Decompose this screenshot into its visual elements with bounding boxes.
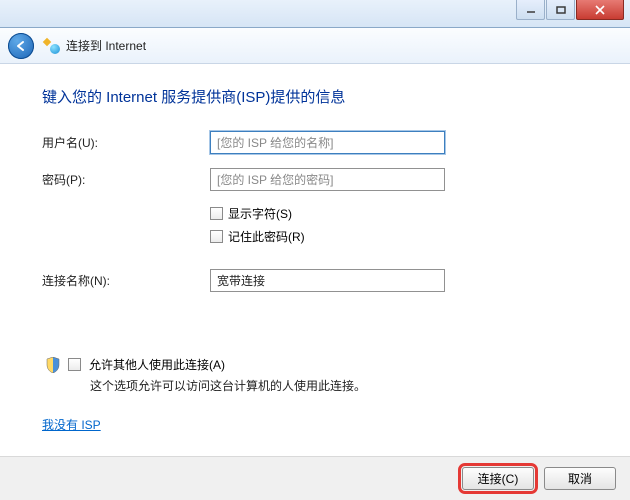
header-title: 连接到 Internet — [44, 37, 146, 54]
connect-button[interactable]: 连接(C) — [462, 467, 534, 490]
show-chars-checkbox[interactable] — [210, 207, 223, 220]
remember-checkbox[interactable] — [210, 230, 223, 243]
username-label: 用户名(U): — [42, 134, 210, 151]
allow-others-desc: 这个选项允许可以访问这台计算机的人使用此连接。 — [90, 377, 594, 394]
content-area: 键入您的 Internet 服务提供商(ISP)提供的信息 用户名(U): 密码… — [0, 64, 630, 456]
username-row: 用户名(U): — [42, 131, 594, 154]
remember-label: 记住此密码(R) — [228, 228, 305, 245]
header-bar: 连接到 Internet — [0, 28, 630, 64]
cancel-button[interactable]: 取消 — [544, 467, 616, 490]
connection-name-label: 连接名称(N): — [42, 272, 210, 289]
connection-name-row: 连接名称(N): — [42, 269, 594, 292]
show-chars-label: 显示字符(S) — [228, 205, 292, 222]
connect-button-label: 连接(C) — [478, 470, 519, 487]
show-chars-row: 显示字符(S) — [210, 205, 594, 222]
close-button[interactable] — [576, 0, 624, 20]
username-input[interactable] — [210, 131, 445, 154]
password-input[interactable] — [210, 168, 445, 191]
shield-icon — [46, 357, 60, 373]
titlebar — [0, 0, 630, 28]
allow-block: 允许其他人使用此连接(A) 这个选项允许可以访问这台计算机的人使用此连接。 — [46, 356, 594, 394]
no-isp-link[interactable]: 我没有 ISP — [42, 416, 101, 433]
footer: 连接(C) 取消 — [0, 456, 630, 500]
allow-others-label: 允许其他人使用此连接(A) — [89, 356, 225, 373]
maximize-button[interactable] — [546, 0, 575, 20]
internet-icon — [44, 38, 60, 54]
connection-name-input[interactable] — [210, 269, 445, 292]
header-title-text: 连接到 Internet — [66, 37, 146, 54]
allow-others-checkbox[interactable] — [68, 358, 81, 371]
password-row: 密码(P): — [42, 168, 594, 191]
back-button[interactable] — [8, 33, 34, 59]
remember-row: 记住此密码(R) — [210, 228, 594, 245]
minimize-button[interactable] — [516, 0, 545, 20]
password-label: 密码(P): — [42, 171, 210, 188]
page-title: 键入您的 Internet 服务提供商(ISP)提供的信息 — [42, 86, 594, 107]
cancel-button-label: 取消 — [568, 470, 592, 487]
